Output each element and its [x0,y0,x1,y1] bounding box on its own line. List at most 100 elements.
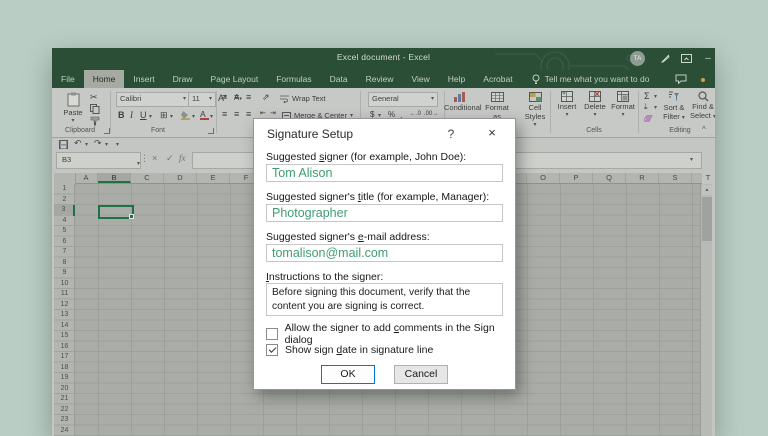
column-header-P[interactable]: P [560,173,593,183]
conditional-formatting-button[interactable]: Conditional [444,91,474,112]
row-header-21[interactable]: 21 [54,394,75,405]
redo-dropdown[interactable]: ▾ [105,141,108,148]
borders-icon[interactable]: ⊞ [160,110,168,120]
font-color-icon[interactable]: A [200,109,209,120]
italic-button[interactable]: I [130,110,133,120]
format-as-table-button[interactable]: Format as [482,91,512,121]
avatar[interactable]: TA [630,51,645,66]
tab-review[interactable]: Review [357,70,403,88]
row-header-8[interactable]: 8 [54,258,75,269]
wrap-text-button[interactable]: Wrap Text [280,94,326,103]
column-header-A[interactable]: A [75,173,98,183]
pen-icon[interactable] [657,51,673,67]
row-header-20[interactable]: 20 [54,384,75,395]
row-header-4[interactable]: 4 [54,216,75,227]
font-name-select[interactable]: Calibri▾ [116,92,190,107]
increase-decimal-icon[interactable]: ←.0 [410,111,421,117]
cut-icon[interactable]: ✂ [90,92,98,102]
align-bottom-icon[interactable]: ≡ [246,92,251,102]
row-header-7[interactable]: 7 [54,247,75,258]
decrease-decimal-icon[interactable]: .00→ [424,111,438,117]
cancel-button[interactable]: Cancel [394,365,448,384]
enter-entry-icon[interactable]: ✓ [166,153,174,164]
tab-acrobat[interactable]: Acrobat [474,70,521,88]
column-header-D[interactable]: D [164,173,197,183]
insert-function-icon[interactable]: fx [179,153,186,163]
row-header-16[interactable]: 16 [54,342,75,353]
row-header-3[interactable]: 3 [54,205,75,216]
ribbon-display-options-icon[interactable] [678,51,694,67]
dialog-close-icon[interactable]: × [482,124,502,142]
tab-insert[interactable]: Insert [124,70,163,88]
row-header-17[interactable]: 17 [54,352,75,363]
vertical-scrollbar[interactable]: ▲ [700,184,712,436]
row-header-9[interactable]: 9 [54,268,75,279]
name-box[interactable]: B3 ▾ [56,152,141,169]
column-header-T[interactable]: T [692,173,715,183]
comment-icon[interactable] [675,74,687,84]
row-header-12[interactable]: 12 [54,300,75,311]
row-header-19[interactable]: 19 [54,373,75,384]
tab-page-layout[interactable]: Page Layout [202,70,268,88]
row-header-13[interactable]: 13 [54,310,75,321]
bold-button[interactable]: B [118,110,125,120]
save-icon[interactable] [59,140,68,149]
formula-bar-expand[interactable]: ▾ [690,156,693,163]
tab-data[interactable]: Data [321,70,357,88]
row-header-5[interactable]: 5 [54,226,75,237]
row-header-11[interactable]: 11 [54,289,75,300]
copy-icon[interactable] [90,104,100,114]
align-center-icon[interactable]: ≡ [234,109,239,119]
orientation-icon[interactable]: ⇗ [262,92,270,102]
row-header-15[interactable]: 15 [54,331,75,342]
column-header-C[interactable]: C [131,173,164,183]
font-size-select[interactable]: 11▾ [188,92,216,107]
email-input[interactable] [266,244,503,262]
column-header-Q[interactable]: Q [593,173,626,183]
fill-handle[interactable] [129,214,134,219]
tell-me-box[interactable]: Tell me what you want to do [532,70,650,88]
cell-styles-button[interactable]: Cell Styles ▾ [520,91,550,128]
redo-icon[interactable]: ↷ [94,138,102,149]
row-header-2[interactable]: 2 [54,195,75,206]
row-header-24[interactable]: 24 [54,426,75,436]
align-right-icon[interactable]: ≡ [246,109,251,119]
insert-cells-button[interactable]: Insert ▾ [552,91,582,118]
row-header-6[interactable]: 6 [54,237,75,248]
cancel-entry-icon[interactable]: × [152,153,157,163]
ok-button[interactable]: OK [321,365,375,384]
underline-button[interactable]: U [140,110,147,120]
show-date-checkbox[interactable] [266,344,278,356]
help-icon[interactable]: ? [442,125,460,143]
tab-file[interactable]: File [52,70,84,88]
format-cells-button[interactable]: Format ▾ [608,91,638,118]
tab-formulas[interactable]: Formulas [267,70,320,88]
align-top-icon[interactable]: ≡ [222,92,227,102]
row-header-1[interactable]: 1 [54,184,75,195]
scrollbar-thumb[interactable] [702,197,712,241]
fill-dropdown[interactable]: ▾ [654,104,657,111]
autosum-dropdown[interactable]: ▾ [654,93,657,100]
collapse-ribbon-icon[interactable]: ^ [702,125,706,134]
fill-color-icon[interactable] [180,110,191,120]
borders-dropdown[interactable]: ▾ [170,113,173,120]
instructions-textarea[interactable]: Before signing this document, verify tha… [266,283,503,316]
number-format-select[interactable]: General▾ [368,92,438,107]
row-header-10[interactable]: 10 [54,279,75,290]
tab-view[interactable]: View [403,70,439,88]
column-header-S[interactable]: S [659,173,692,183]
undo-icon[interactable]: ↶ [74,138,82,149]
row-header-23[interactable]: 23 [54,415,75,426]
row-header-22[interactable]: 22 [54,405,75,416]
delete-cells-button[interactable]: Delete ▾ [580,91,610,118]
align-middle-icon[interactable]: ≡ [234,92,239,102]
font-dialog-launcher[interactable] [208,128,214,134]
autosum-icon[interactable]: Σ [644,91,650,101]
column-header-E[interactable]: E [197,173,230,183]
row-header-18[interactable]: 18 [54,363,75,374]
column-header-O[interactable]: O [527,173,560,183]
fill-color-dropdown[interactable]: ▾ [192,113,195,120]
tab-draw[interactable]: Draw [164,70,202,88]
scroll-up-arrow[interactable]: ▲ [702,185,712,195]
signer-title-input[interactable] [266,204,503,222]
